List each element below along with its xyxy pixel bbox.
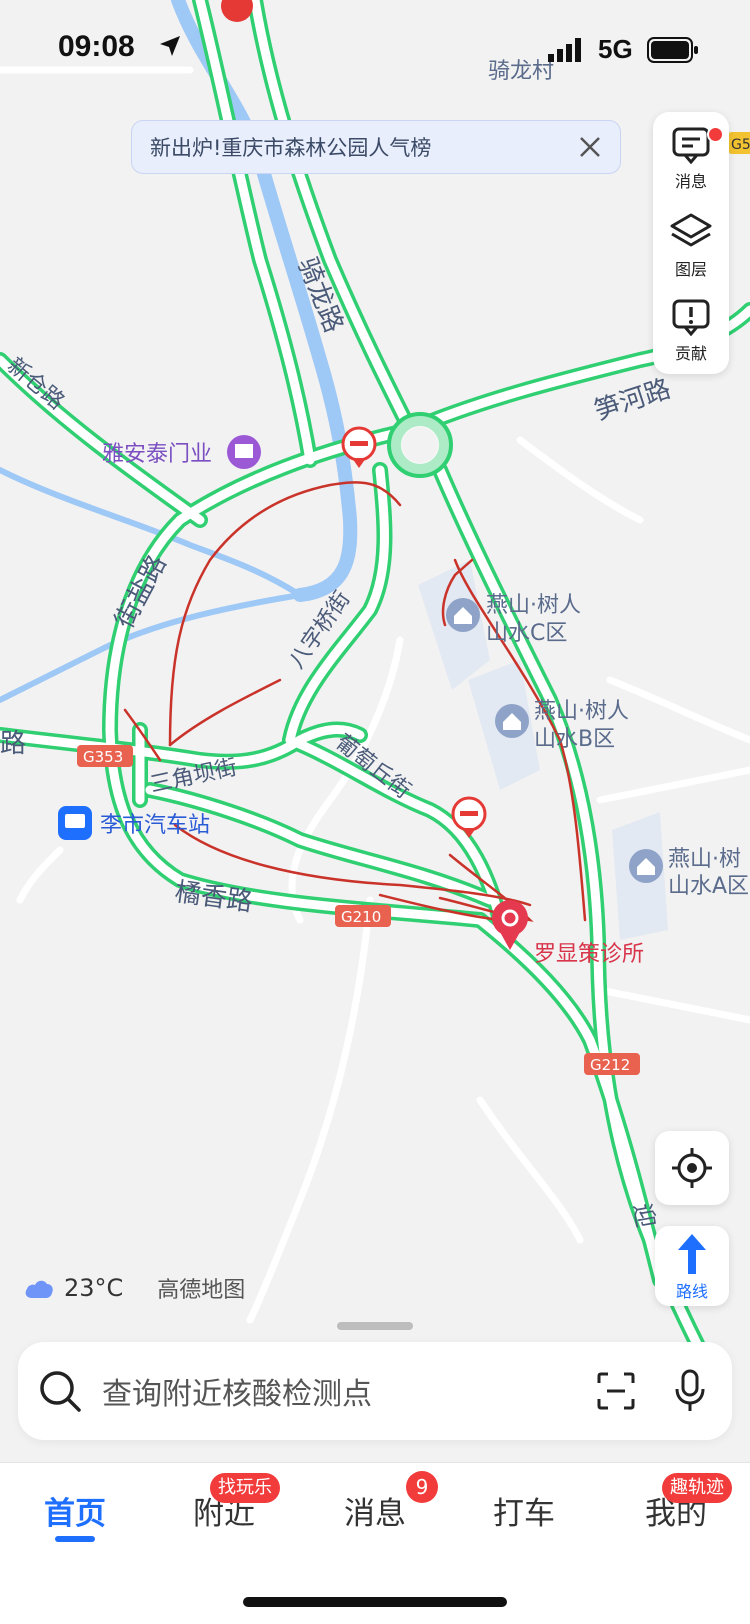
weather-widget[interactable]: 23°C 高德地图 bbox=[24, 1270, 245, 1306]
messages-count-badge: 9 bbox=[406, 1471, 438, 1503]
contribute-tool-button[interactable]: 贡献 bbox=[653, 290, 729, 372]
map-label-shield-edge: G5 bbox=[731, 137, 750, 153]
residential-poi-icon[interactable] bbox=[495, 704, 529, 738]
map-label-road-lu: 路 bbox=[0, 729, 26, 759]
sheet-drag-handle[interactable] bbox=[337, 1322, 413, 1330]
tab-taxi[interactable]: 打车 bbox=[464, 1488, 584, 1533]
layers-icon bbox=[670, 213, 712, 247]
promo-banner[interactable]: 新出炉!重庆市森林公园人气榜 bbox=[131, 120, 621, 174]
map-label-shield-g210: G210 bbox=[341, 908, 381, 926]
search-input[interactable]: 查询附近核酸检测点 bbox=[102, 1369, 596, 1413]
residential-poi-icon[interactable] bbox=[629, 849, 663, 883]
map-label-shield-g212: G212 bbox=[590, 1056, 630, 1074]
locate-button[interactable] bbox=[655, 1131, 729, 1205]
home-indicator bbox=[243, 1597, 507, 1607]
banner-text: 新出炉!重庆市森林公园人气榜 bbox=[150, 136, 432, 160]
layers-tool-button[interactable]: 图层 bbox=[653, 204, 729, 286]
tab-active-indicator bbox=[55, 1536, 95, 1542]
layers-tool-label: 图层 bbox=[674, 260, 707, 279]
map-label-road-ying: 迎 bbox=[628, 1201, 660, 1229]
feedback-icon bbox=[672, 299, 710, 336]
network-type: 5G bbox=[598, 34, 633, 64]
contribute-tool-label: 贡献 bbox=[674, 344, 707, 363]
map-label-poi-b-line1: 燕山·树人 bbox=[534, 699, 629, 724]
bus-station-icon[interactable] bbox=[58, 806, 92, 840]
microphone-icon[interactable] bbox=[674, 1369, 706, 1413]
battery-icon bbox=[647, 37, 698, 63]
location-arrow-icon bbox=[160, 36, 180, 56]
search-bar[interactable]: 查询附近核酸检测点 bbox=[18, 1342, 732, 1440]
map-brand-logo: 高德地图 bbox=[157, 1278, 246, 1303]
map-label-poi-clinic: 罗显策诊所 bbox=[534, 942, 644, 967]
map-label-poi-a-line1: 燕山·树 bbox=[668, 847, 741, 872]
map-label-poi-bus: 李市汽车站 bbox=[100, 813, 210, 838]
status-bar: 09:08 5G bbox=[0, 0, 750, 90]
weather-temp: 23°C bbox=[64, 1274, 124, 1302]
building-poi-icon[interactable] bbox=[227, 435, 261, 469]
nearby-badge: 找玩乐 bbox=[210, 1473, 280, 1503]
scan-icon[interactable] bbox=[596, 1371, 636, 1411]
route-label: 路线 bbox=[675, 1282, 708, 1301]
residential-poi-icon[interactable] bbox=[446, 598, 480, 632]
status-time: 09:08 bbox=[58, 30, 135, 63]
close-icon[interactable] bbox=[570, 127, 610, 167]
map-tools-panel: 消息 图层 贡献 bbox=[653, 112, 729, 374]
messages-tool-button[interactable]: 消息 bbox=[653, 118, 729, 200]
route-button[interactable]: 路线 bbox=[655, 1226, 729, 1306]
message-icon bbox=[672, 127, 710, 164]
notification-dot bbox=[707, 126, 724, 143]
map-label-shield-g353: G353 bbox=[83, 748, 123, 766]
signal-icon bbox=[548, 38, 581, 62]
cloud-icon bbox=[25, 1280, 53, 1298]
messages-tool-label: 消息 bbox=[674, 172, 707, 191]
search-icon bbox=[40, 1371, 81, 1412]
map-label-poi-yaantai: 雅安泰门业 bbox=[102, 442, 212, 467]
map-label-poi-a-line2: 山水A区 bbox=[668, 874, 749, 899]
route-arrow-icon bbox=[678, 1234, 706, 1274]
tab-home[interactable]: 首页 bbox=[15, 1488, 135, 1533]
map-label-poi-b-line2: 山水B区 bbox=[534, 727, 615, 752]
profile-badge: 趣轨迹 bbox=[662, 1473, 732, 1503]
crosshair-icon bbox=[672, 1148, 712, 1188]
map-label-poi-c-line2: 山水C区 bbox=[486, 621, 567, 646]
map-label-poi-c-line1: 燕山·树人 bbox=[486, 593, 581, 618]
